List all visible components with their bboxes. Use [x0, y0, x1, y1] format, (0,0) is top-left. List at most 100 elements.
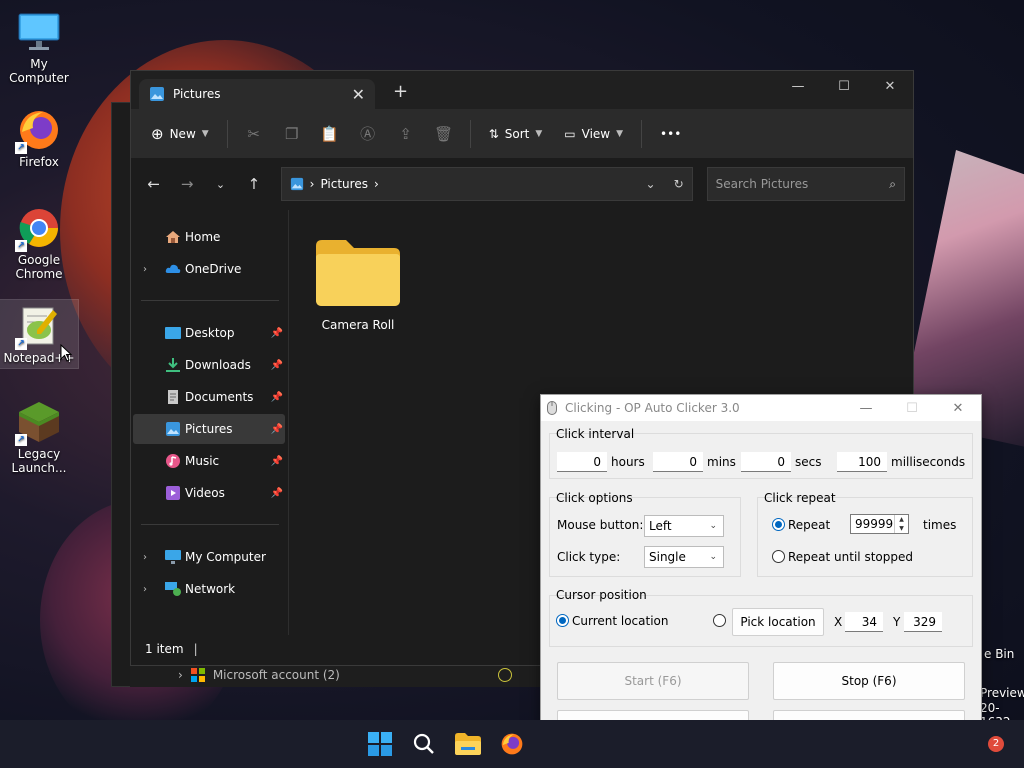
pin-icon[interactable]: 📌 [271, 360, 283, 371]
y-label: Y [893, 615, 901, 629]
y-coordinate-input[interactable]: 329 [904, 612, 942, 632]
share-icon[interactable]: ⇪ [390, 118, 422, 150]
pin-icon[interactable]: 📌 [271, 488, 283, 499]
pin-icon[interactable]: 📌 [271, 456, 283, 467]
x-label: X [834, 615, 843, 629]
x-coordinate-input[interactable]: 34 [845, 612, 883, 632]
repeat-until-stopped-radio[interactable] [772, 550, 785, 563]
paste-icon[interactable]: 📋 [314, 118, 346, 150]
mins-input[interactable]: 0 [653, 452, 703, 472]
current-location-label: Current location [572, 614, 669, 628]
folder-item[interactable]: Camera Roll [313, 240, 403, 332]
stop-button[interactable]: Stop (F6) [773, 662, 965, 700]
mouse-cursor-icon [60, 344, 72, 362]
secs-input[interactable]: 0 [741, 452, 791, 472]
breadcrumb-pictures[interactable]: Pictures [320, 177, 368, 191]
close-tab-icon[interactable]: ✕ [352, 85, 365, 104]
chevron-down-icon[interactable]: ⌄ [646, 177, 656, 191]
firefox-icon [501, 733, 523, 755]
milliseconds-label: milliseconds [891, 455, 966, 469]
more-options-button[interactable]: ••• [652, 118, 689, 150]
desktop-icon-firefox[interactable]: ↗ Firefox [0, 108, 78, 169]
cloud-icon [165, 264, 181, 273]
pick-location-button[interactable]: Pick location [732, 608, 824, 636]
hours-input[interactable]: 0 [557, 452, 607, 472]
desktop-icon-google-chrome[interactable]: ↗ Google Chrome [0, 206, 78, 281]
maximize-button[interactable]: ☐ [889, 401, 935, 416]
pictures-icon [166, 422, 180, 436]
repeat-radio[interactable] [772, 518, 785, 531]
up-button[interactable]: ↑ [239, 169, 268, 199]
click-type-select[interactable]: Single ⌄ [644, 546, 724, 568]
close-window-button[interactable]: ✕ [867, 71, 913, 101]
new-button[interactable]: ⊕ New ▼ [143, 118, 217, 150]
desktop-icon-legacy-launcher[interactable]: ↗ Legacy Launch... [0, 400, 78, 475]
taskbar [0, 720, 1024, 768]
sort-icon: ⇅ [488, 126, 499, 141]
watermark-preview: Preview [980, 686, 1024, 700]
sort-button[interactable]: ⇅ Sort ▼ [481, 118, 551, 150]
notification-badge[interactable]: 2 [988, 736, 1004, 752]
repeat-count-stepper[interactable]: 99999 ▲ ▼ [850, 514, 909, 534]
navigation-pane: Home › OneDrive Desktop 📌 Downloads 📌 Do… [131, 210, 289, 635]
chevron-right-icon: › [309, 177, 315, 191]
nav-item-my-computer[interactable]: › My Computer [133, 542, 285, 572]
nav-item-pictures[interactable]: Pictures 📌 [133, 414, 285, 444]
copy-icon[interactable]: ❐ [276, 118, 308, 150]
pin-icon[interactable]: 📌 [271, 392, 283, 403]
taskbar-firefox[interactable] [496, 728, 528, 760]
folder-icon [455, 733, 481, 755]
start-button[interactable]: Start (F6) [557, 662, 749, 700]
taskbar-search-button[interactable] [408, 728, 440, 760]
nav-item-onedrive[interactable]: › OneDrive [133, 254, 285, 284]
recent-locations-button[interactable]: ⌄ [206, 169, 235, 199]
pin-icon[interactable]: 📌 [271, 328, 283, 339]
search-input[interactable]: Search Pictures ⌕ [706, 167, 905, 201]
current-location-radio[interactable] [556, 614, 569, 627]
desktop-icon-my-computer[interactable]: My Computer [0, 10, 78, 85]
mouse-button-select[interactable]: Left ⌄ [644, 515, 724, 537]
minecraft-block-icon: ↗ [15, 400, 61, 446]
maximize-button[interactable]: ☐ [821, 71, 867, 101]
mouse-button-label: Mouse button: [557, 518, 644, 532]
tab-pictures[interactable]: Pictures ✕ [139, 79, 375, 109]
minimize-button[interactable]: — [843, 401, 889, 416]
stepper-arrows-icon[interactable]: ▲ ▼ [894, 515, 908, 533]
milliseconds-input[interactable]: 100 [837, 452, 887, 472]
rename-icon[interactable]: Ⓐ [352, 118, 384, 150]
pause-status-icon [497, 668, 512, 682]
click-options-label: Click options [556, 491, 633, 505]
refresh-icon[interactable]: ↻ [674, 177, 684, 191]
address-bar[interactable]: › Pictures › ⌄ ↻ [280, 167, 693, 201]
nav-item-home[interactable]: Home [133, 222, 285, 252]
auto-clicker-titlebar: Clicking - OP Auto Clicker 3.0 — ☐ ✕ [541, 395, 981, 421]
cut-icon[interactable]: ✂ [238, 118, 270, 150]
nav-item-documents[interactable]: Documents 📌 [133, 382, 285, 412]
divider: | [193, 642, 198, 656]
start-button[interactable] [364, 728, 396, 760]
divider [141, 300, 279, 301]
nav-item-desktop[interactable]: Desktop 📌 [133, 318, 285, 348]
new-tab-button[interactable]: + [393, 81, 408, 102]
view-button[interactable]: ▭ View ▼ [556, 118, 631, 150]
taskbar-file-explorer[interactable] [452, 728, 484, 760]
back-button[interactable]: ← [139, 169, 168, 199]
delete-icon[interactable]: 🗑 [428, 118, 460, 150]
nav-item-music[interactable]: Music 📌 [133, 446, 285, 476]
chevron-right-icon: › [143, 263, 147, 275]
close-window-button[interactable]: ✕ [935, 401, 981, 416]
chevron-right-icon: › [373, 177, 379, 191]
minimize-button[interactable]: — [775, 71, 821, 101]
pin-icon[interactable]: 📌 [271, 424, 283, 435]
chevron-down-icon: ⌄ [709, 521, 717, 531]
nav-item-videos[interactable]: Videos 📌 [133, 478, 285, 508]
notepad-plus-plus-icon: ↗ [15, 304, 61, 350]
windows-logo-icon [368, 732, 392, 756]
nav-item-downloads[interactable]: Downloads 📌 [133, 350, 285, 380]
pick-location-radio[interactable] [713, 614, 726, 627]
forward-button[interactable]: → [172, 169, 201, 199]
mouse-icon [547, 401, 557, 415]
download-icon [166, 358, 180, 372]
microsoft-logo-icon [190, 668, 205, 682]
nav-item-network[interactable]: › Network [133, 574, 285, 604]
